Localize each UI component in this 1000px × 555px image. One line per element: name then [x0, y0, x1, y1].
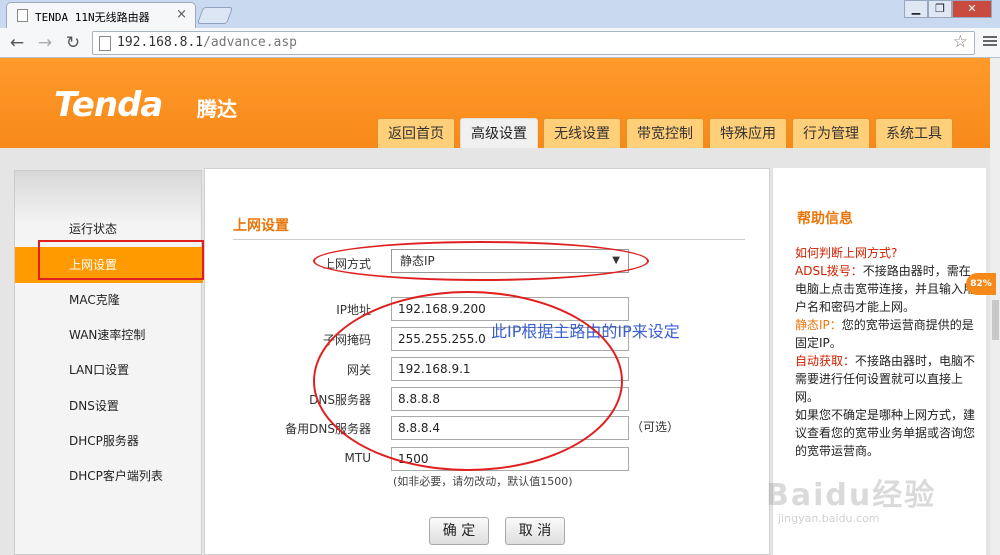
- reload-icon[interactable]: ↻: [62, 32, 84, 54]
- cancel-button[interactable]: 取 消: [505, 517, 565, 545]
- back-arrow-icon[interactable]: ←: [6, 32, 28, 54]
- mtu-label: MTU: [344, 451, 371, 465]
- settings-panel: 上网设置 上网方式 静态IP ▼ IP地址 192.168.9.200 子网掩码…: [204, 168, 770, 555]
- sidebar-item-lan[interactable]: LAN口设置: [15, 352, 203, 388]
- url-host: 192.168.8.1: [117, 35, 204, 50]
- forward-arrow-icon[interactable]: →: [34, 32, 56, 54]
- address-bar[interactable]: 192.168.8.1/advance.asp ☆: [92, 31, 975, 55]
- router-header: Tenda 腾达 返回首页 高级设置 无线设置 带宽控制 特殊应用 行为管理 系…: [0, 58, 1000, 148]
- tab-advanced[interactable]: 高级设置: [460, 118, 538, 148]
- sidebar-item-dns[interactable]: DNS设置: [15, 388, 203, 424]
- sidebar-highlight-box: [38, 240, 204, 280]
- mtu-hint: (如非必要，请勿改动，默认值1500): [393, 475, 573, 488]
- tab-behavior[interactable]: 行为管理: [792, 118, 870, 148]
- tab-bandwidth[interactable]: 带宽控制: [626, 118, 704, 148]
- sidebar: 运行状态 上网设置 MAC克隆 WAN速率控制 LAN口设置 DNS设置 DHC…: [14, 170, 203, 555]
- speed-badge[interactable]: 82%: [966, 273, 996, 295]
- sidebar-item-wan-rate[interactable]: WAN速率控制: [15, 317, 203, 353]
- baidu-watermark-url: jingyan.baidu.com: [778, 512, 880, 525]
- page-favicon-icon: [17, 9, 28, 22]
- help-static-key: 静态IP：: [795, 318, 842, 332]
- tab-wireless[interactable]: 无线设置: [543, 118, 621, 148]
- tab-title: TENDA 11N无线路由器: [35, 11, 150, 24]
- help-note: 如果您不确定是哪种上网方式，建议查看您的宽带业务单据或咨询您的宽带运营商。: [795, 408, 976, 458]
- tab-system-tools[interactable]: 系统工具: [875, 118, 953, 148]
- connection-type-highlight: [313, 241, 649, 281]
- browser-menu-icon[interactable]: [983, 34, 997, 50]
- scrollbar-thumb[interactable]: [992, 300, 999, 340]
- tenda-logo: Tenda: [54, 85, 163, 125]
- window-controls: ▁ ❐ ✕: [904, 0, 992, 18]
- browser-tab-bar: TENDA 11N无线路由器 × ▁ ❐ ✕: [0, 0, 1000, 28]
- tenda-logo-chinese: 腾达: [197, 97, 237, 121]
- optional-note: （可选）: [631, 420, 680, 434]
- new-tab-button[interactable]: [196, 7, 234, 24]
- url-path: /advance.asp: [203, 35, 298, 50]
- tab-close-icon[interactable]: ×: [176, 7, 187, 22]
- tab-home[interactable]: 返回首页: [377, 118, 455, 148]
- url-text: 192.168.8.1/advance.asp: [117, 35, 297, 50]
- baidu-watermark: Baidu经验: [766, 478, 937, 513]
- ok-button[interactable]: 确 定: [429, 517, 489, 545]
- ip-fields-highlight: [313, 291, 623, 471]
- sidebar-item-dhcp-server[interactable]: DHCP服务器: [15, 423, 203, 459]
- page-icon: [99, 36, 111, 51]
- section-divider: [233, 239, 745, 240]
- ip-label: IP地址: [336, 303, 371, 317]
- browser-toolbar: ← → ↻ 192.168.8.1/advance.asp ☆: [0, 28, 1000, 58]
- section-title: 上网设置: [233, 218, 289, 234]
- minimize-button[interactable]: ▁: [904, 0, 928, 18]
- maximize-button[interactable]: ❐: [928, 0, 952, 18]
- help-question: 如何判断上网方式?: [795, 246, 898, 260]
- main-nav: 返回首页 高级设置 无线设置 带宽控制 特殊应用 行为管理 系统工具: [377, 118, 958, 148]
- help-dhcp-key: 自动获取：: [795, 354, 856, 368]
- browser-tab[interactable]: TENDA 11N无线路由器 ×: [6, 2, 196, 28]
- help-body: 如何判断上网方式? ADSL拨号：不接路由器时，需在电脑上点击宽带连接，并且输入…: [795, 244, 979, 460]
- sidebar-item-dhcp-clients[interactable]: DHCP客户端列表: [15, 458, 203, 494]
- bookmark-star-icon[interactable]: ☆: [953, 32, 968, 52]
- help-adsl-key: ADSL拨号：: [795, 264, 863, 278]
- close-window-button[interactable]: ✕: [952, 0, 992, 18]
- tab-special-apps[interactable]: 特殊应用: [709, 118, 787, 148]
- sidebar-item-mac-clone[interactable]: MAC克隆: [15, 282, 203, 318]
- help-title: 帮助信息: [797, 211, 853, 227]
